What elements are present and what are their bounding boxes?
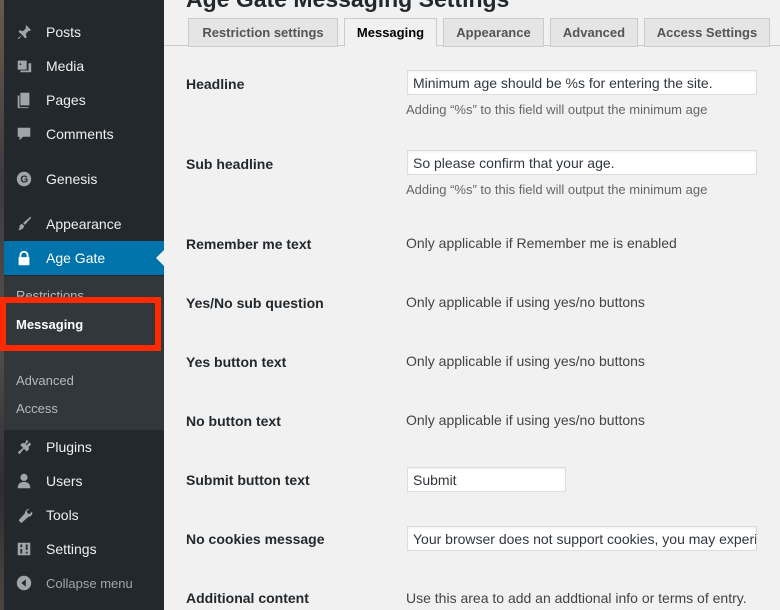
sidebar-item-label: Appearance	[46, 216, 122, 232]
sidebar-item-label: Genesis	[46, 171, 98, 187]
settings-icon	[14, 539, 34, 559]
yes-no-sub-question-note: Only applicable if using yes/no buttons	[406, 294, 645, 310]
sidebar-item-label: Media	[46, 58, 85, 74]
page-title: Age Gate Messaging Settings	[186, 0, 509, 13]
submit-button-text-input[interactable]: Submit	[407, 467, 566, 492]
sidebar-item-age-gate[interactable]: Age Gate	[4, 241, 164, 275]
paintbrush-icon	[14, 214, 34, 234]
settings-tabs: Restriction settings Messaging Appearanc…	[164, 18, 780, 47]
sidebar-item-tools[interactable]: Tools	[4, 498, 164, 532]
no-button-text-label: No button text	[186, 413, 281, 429]
highlight-box	[0, 297, 161, 351]
pages-icon	[14, 90, 34, 110]
submenu-item-advanced[interactable]: Advanced	[16, 373, 74, 388]
active-menu-arrow	[156, 250, 164, 266]
sidebar-item-label: Comments	[46, 126, 114, 142]
yes-button-text-note: Only applicable if using yes/no buttons	[406, 353, 645, 369]
headline-description: Adding “%s” to this field will output th…	[406, 102, 708, 117]
sidebar-item-genesis[interactable]: G Genesis	[4, 162, 164, 196]
wrench-icon	[14, 505, 34, 525]
sidebar-item-settings[interactable]: Settings	[4, 532, 164, 566]
users-icon	[14, 471, 34, 491]
sidebar-item-label: Settings	[46, 541, 97, 557]
additional-content-label: Additional content	[186, 590, 309, 606]
tab-restriction-settings[interactable]: Restriction settings	[188, 18, 338, 47]
comment-icon	[14, 124, 34, 144]
sidebar-item-label: Plugins	[46, 439, 92, 455]
plugin-icon	[14, 437, 34, 457]
sidebar-item-label: Posts	[46, 24, 82, 40]
sub-headline-input[interactable]: So please confirm that your age.	[407, 150, 757, 175]
tab-appearance[interactable]: Appearance	[443, 18, 544, 47]
sub-headline-label: Sub headline	[186, 156, 274, 172]
sidebar-item-label: Collapse menu	[46, 575, 133, 591]
admin-sidebar: Posts Media Pages Comments G Genesis App…	[0, 0, 164, 610]
yes-no-sub-question-label: Yes/No sub question	[186, 295, 324, 311]
sidebar-item-label: Users	[46, 473, 83, 489]
sidebar-item-plugins[interactable]: Plugins	[4, 430, 164, 464]
headline-input[interactable]: Minimum age should be %s for entering th…	[407, 70, 757, 95]
headline-label: Headline	[186, 76, 245, 92]
sidebar-item-posts[interactable]: Posts	[4, 15, 164, 49]
tab-advanced[interactable]: Advanced	[550, 18, 638, 47]
collapse-icon	[14, 573, 34, 593]
tab-messaging[interactable]: Messaging	[344, 18, 437, 47]
sidebar-item-comments[interactable]: Comments	[4, 117, 164, 151]
pushpin-icon	[14, 22, 34, 42]
tab-access-settings[interactable]: Access Settings	[644, 18, 770, 47]
sidebar-item-appearance[interactable]: Appearance	[4, 207, 164, 241]
no-cookies-message-input[interactable]: Your browser does not support cookies, y…	[407, 526, 757, 551]
genesis-icon: G	[14, 169, 34, 189]
remember-me-note: Only applicable if Remember me is enable…	[406, 235, 677, 251]
collapse-menu-button[interactable]: Collapse menu	[4, 566, 164, 600]
sidebar-item-label: Pages	[46, 92, 86, 108]
no-cookies-message-label: No cookies message	[186, 531, 325, 547]
sidebar-item-users[interactable]: Users	[4, 464, 164, 498]
sidebar-item-media[interactable]: Media	[4, 49, 164, 83]
remember-me-label: Remember me text	[186, 236, 312, 252]
sub-headline-description: Adding “%s” to this field will output th…	[406, 182, 708, 197]
yes-button-text-label: Yes button text	[186, 354, 287, 370]
additional-content-note: Use this area to add an addtional info o…	[406, 590, 747, 606]
lock-icon	[14, 248, 34, 268]
sidebar-item-label: Age Gate	[46, 250, 106, 266]
sidebar-item-pages[interactable]: Pages	[4, 83, 164, 117]
sidebar-item-label: Tools	[46, 507, 79, 523]
submit-button-text-label: Submit button text	[186, 472, 310, 488]
main-content: Age Gate Messaging Settings Restriction …	[164, 0, 780, 610]
svg-text:G: G	[20, 175, 28, 186]
media-icon	[14, 56, 34, 76]
no-button-text-note: Only applicable if using yes/no buttons	[406, 412, 645, 428]
submenu-item-access[interactable]: Access	[16, 401, 58, 416]
